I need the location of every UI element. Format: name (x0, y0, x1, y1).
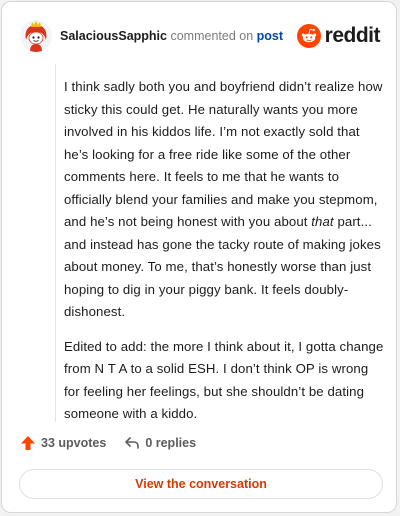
upvote-arrow-icon (21, 436, 35, 450)
comment-card: SalaciousSapphic commented on post reddi… (1, 1, 397, 513)
snoo-avatar-icon (20, 20, 52, 52)
logo-text: reddit (324, 24, 381, 47)
username[interactable]: SalaciousSapphic (60, 29, 167, 43)
reddit-logo-icon (296, 24, 321, 48)
avatar[interactable] (20, 20, 52, 52)
comment-paragraph-1: I think sadly both you and boyfriend did… (64, 76, 386, 324)
reply-arrow-icon (125, 437, 140, 449)
comment-emphasis: that (311, 214, 334, 229)
comment-paragraph-2: Edited to add: the more I think about it… (64, 338, 384, 422)
upvote-count: 33 upvotes (41, 436, 107, 450)
post-link[interactable]: post (257, 29, 283, 43)
comment-meta: SalaciousSapphic commented on post (60, 29, 297, 43)
comment-paragraph-1-part-a: I think sadly both you and boyfriend did… (64, 79, 383, 229)
action-text: commented on (170, 29, 254, 43)
view-conversation-button[interactable]: View the conversation (19, 469, 383, 499)
comment-body: I think sadly both you and boyfriend did… (55, 64, 388, 422)
reddit-logo[interactable]: reddit (296, 24, 381, 48)
comment-footer: 33 upvotes 0 replies (20, 433, 196, 453)
upvote-button[interactable]: 33 upvotes (20, 435, 106, 451)
comment-paragraph-1-part-b: part... and instead has gone the tacky r… (64, 214, 381, 319)
comment-text: I think sadly both you and boyfriend did… (64, 76, 386, 438)
reply-button[interactable]: 0 replies (124, 435, 196, 451)
reply-count: 0 replies (145, 436, 197, 450)
comment-header: SalaciousSapphic commented on post reddi… (20, 18, 381, 54)
